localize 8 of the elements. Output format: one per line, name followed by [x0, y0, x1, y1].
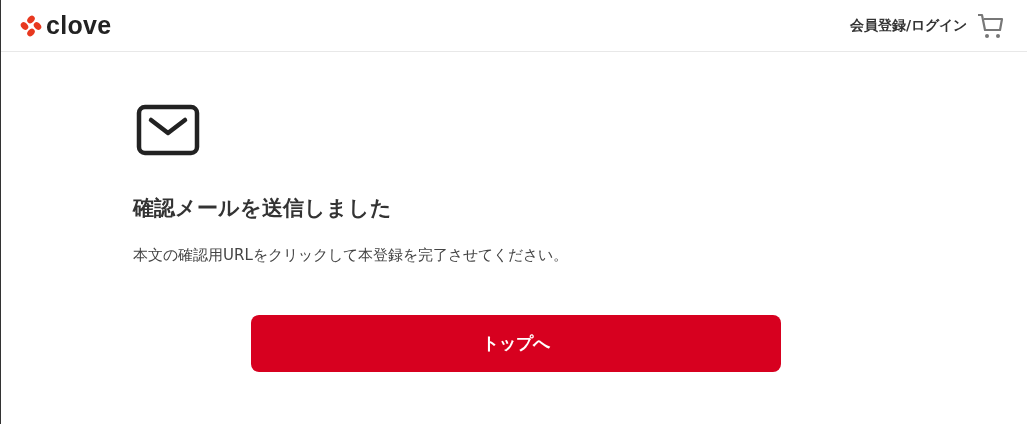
top-button[interactable]: トップへ [251, 315, 781, 372]
message-text: 本文の確認用URLをクリックして本登録を完了させてください。 [133, 246, 569, 265]
login-link[interactable]: 会員登録/ログイン [849, 16, 967, 35]
logo-icon [20, 14, 42, 37]
message-title: 確認メールを送信しました [133, 195, 393, 222]
mail-icon [136, 104, 200, 156]
logo-text[interactable]: clove [46, 11, 112, 40]
cart-icon[interactable] [977, 11, 1005, 40]
